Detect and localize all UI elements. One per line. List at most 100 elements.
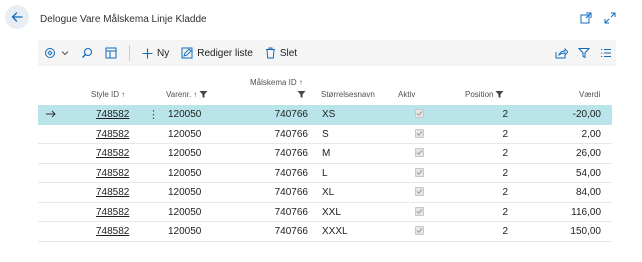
- views-button[interactable]: [38, 40, 75, 66]
- column-header-row: Style ID ↑ Varenr. ↑ Målskema ID ↑ Størr…: [38, 74, 612, 105]
- layout-icon: [105, 47, 117, 59]
- expand-icon[interactable]: [604, 12, 616, 24]
- checkmark-icon: [416, 189, 423, 194]
- filter-icon: [199, 91, 208, 98]
- action-bar: Ny Rediger liste Slet: [38, 40, 616, 66]
- sort-ascending-icon: ↑: [193, 90, 198, 99]
- aktiv-checkbox[interactable]: [415, 128, 424, 138]
- edit-list-button[interactable]: Rediger liste: [175, 40, 259, 66]
- aktiv-checkbox[interactable]: [415, 148, 424, 157]
- cell-style-id[interactable]: 748582: [96, 129, 129, 140]
- edit-list-label: Rediger liste: [197, 47, 253, 59]
- cell-style-id[interactable]: 748582: [96, 148, 129, 159]
- row-selected-arrow-icon: [46, 110, 56, 118]
- cell-maalskema-id: 740766: [274, 206, 308, 218]
- column-header-style-id[interactable]: Style ID ↑: [91, 90, 125, 99]
- column-header-storrelsesnavn[interactable]: Størrelsesnavn: [321, 90, 375, 99]
- cell-varenr: 120050: [168, 206, 202, 218]
- delete-button[interactable]: Slet: [259, 40, 303, 66]
- column-header-position[interactable]: Position: [465, 90, 504, 99]
- search-icon: [82, 47, 93, 58]
- cell-style-id[interactable]: 748582: [96, 168, 129, 179]
- cell-storrelsesnavn: XL: [322, 187, 335, 198]
- open-new-window-icon[interactable]: [580, 12, 592, 24]
- cell-storrelsesnavn: S: [322, 128, 329, 140]
- cell-maalskema-id: 740766: [274, 128, 308, 140]
- journal-lines-grid: Style ID ↑ Varenr. ↑ Målskema ID ↑ Størr…: [38, 74, 612, 242]
- cell-storrelsesnavn: M: [322, 148, 331, 159]
- cell-style-id[interactable]: 748582: [96, 226, 129, 237]
- cell-varenr: 120050: [168, 226, 202, 237]
- arrow-left-icon: [11, 12, 23, 22]
- filter-icon[interactable]: [578, 47, 590, 59]
- checkmark-icon: [416, 208, 423, 214]
- cell-storrelsesnavn: XS: [322, 109, 336, 120]
- cell-varenr: 120050: [168, 187, 202, 198]
- cell-position: 2: [502, 109, 508, 120]
- column-header-vaerdi[interactable]: Værdi: [579, 90, 600, 99]
- delete-label: Slet: [279, 47, 298, 59]
- cell-position: 2: [502, 226, 508, 237]
- table-row[interactable]: 748582 120050 740766 XXL 2 116,00: [38, 203, 612, 222]
- page-title: Delogue Vare Målskema Linje Kladde: [40, 14, 207, 25]
- trash-icon: [265, 47, 275, 59]
- column-header-varenr[interactable]: Varenr. ↑: [166, 90, 208, 99]
- cell-varenr: 120050: [168, 167, 202, 179]
- table-row[interactable]: 748582 120050 740766 M 2 26,00: [38, 144, 612, 164]
- cell-maalskema-id: 740766: [274, 226, 308, 237]
- aktiv-checkbox[interactable]: [415, 226, 424, 235]
- aktiv-checkbox[interactable]: [415, 109, 424, 118]
- show-as-list-button[interactable]: [99, 40, 123, 66]
- cell-position: 2: [502, 148, 508, 159]
- cell-vaerdi: 150,00: [570, 226, 601, 237]
- toolbar-divider: [129, 45, 130, 61]
- column-header-aktiv[interactable]: Aktiv: [398, 90, 415, 99]
- table-row[interactable]: ⋮ 748582 120050 740766 XS 2 -20,00: [38, 105, 612, 125]
- checkmark-icon: [416, 150, 423, 155]
- edit-list-icon: [181, 47, 193, 59]
- share-icon[interactable]: [555, 47, 568, 59]
- cell-vaerdi: 116,00: [571, 206, 601, 218]
- cell-style-id[interactable]: 748582: [96, 207, 129, 218]
- checkmark-icon: [416, 111, 423, 116]
- checkmark-icon: [416, 228, 423, 233]
- sort-ascending-icon: ↑: [121, 90, 126, 99]
- cell-varenr: 120050: [168, 128, 202, 140]
- aktiv-checkbox[interactable]: [415, 167, 424, 177]
- column-header-maalskema-id[interactable]: Målskema ID ↑: [250, 78, 303, 87]
- cell-varenr: 120050: [168, 148, 202, 159]
- new-label: Ny: [157, 47, 170, 59]
- cell-vaerdi: 26,00: [575, 148, 601, 159]
- aktiv-checkbox[interactable]: [415, 206, 424, 216]
- cell-storrelsesnavn: XXXL: [322, 226, 348, 237]
- sort-ascending-icon: ↑: [298, 78, 303, 87]
- cell-maalskema-id: 740766: [274, 148, 308, 159]
- cell-position: 2: [502, 128, 508, 140]
- cell-storrelsesnavn: L: [322, 167, 328, 179]
- cell-vaerdi: 2,00: [581, 128, 601, 140]
- new-button[interactable]: Ny: [136, 40, 175, 66]
- search-button[interactable]: [75, 40, 99, 66]
- cell-vaerdi: 84,00: [575, 187, 601, 198]
- table-row[interactable]: 748582 120050 740766 XXXL 2 150,00: [38, 222, 612, 242]
- aktiv-checkbox[interactable]: [415, 187, 424, 196]
- checkmark-icon: [416, 169, 423, 175]
- cell-storrelsesnavn: XXL: [322, 206, 341, 218]
- cell-style-id[interactable]: 748582: [96, 109, 129, 120]
- cell-style-id[interactable]: 748582: [96, 187, 129, 198]
- table-row[interactable]: 748582 120050 740766 L 2 54,00: [38, 164, 612, 183]
- row-actions-icon[interactable]: ⋮: [148, 108, 159, 121]
- table-row[interactable]: 748582 120050 740766 XL 2 84,00: [38, 183, 612, 203]
- cell-varenr: 120050: [168, 109, 202, 120]
- chevron-down-icon: [61, 51, 69, 56]
- cell-maalskema-id: 740766: [274, 109, 308, 120]
- maalskema-filter[interactable]: [297, 90, 306, 99]
- cell-vaerdi: -20,00: [572, 109, 601, 120]
- plus-icon: [142, 48, 153, 58]
- back-button[interactable]: [5, 5, 29, 29]
- cell-maalskema-id: 740766: [274, 167, 308, 179]
- filter-icon: [495, 91, 504, 98]
- cell-position: 2: [502, 167, 508, 179]
- table-row[interactable]: 748582 120050 740766 S 2 2,00: [38, 125, 612, 144]
- list-view-icon[interactable]: [600, 47, 612, 59]
